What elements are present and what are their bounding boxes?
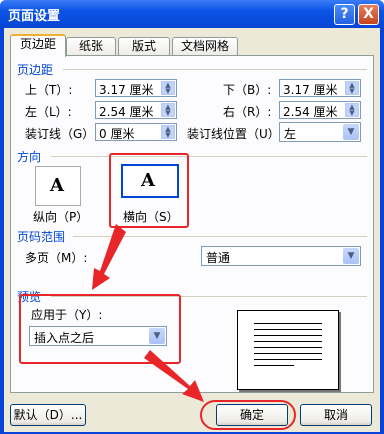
ok-button[interactable]: 确定	[216, 404, 288, 426]
tab-margins[interactable]: 页边距	[10, 34, 66, 57]
dialog-body: 页边距 纸张 版式 文档网格 页边距 上（T）: 3.17 厘米 ▲ ▼ 下（B）…	[4, 28, 380, 432]
dialog-title: 页面设置	[8, 9, 61, 24]
default-button[interactable]: 默认（D）...	[10, 404, 86, 426]
title-bar[interactable]: 页面设置 ? X	[0, 0, 384, 28]
annotation-arrows	[92, 224, 204, 402]
close-button[interactable]: X	[358, 4, 379, 25]
page-setup-dialog: 页面设置 ? X 页边距 纸张 版式 文档网格 页边距 上（T）: 3.17 厘…	[0, 0, 384, 434]
help-button[interactable]: ?	[334, 4, 355, 25]
cancel-button[interactable]: 取消	[300, 404, 372, 426]
